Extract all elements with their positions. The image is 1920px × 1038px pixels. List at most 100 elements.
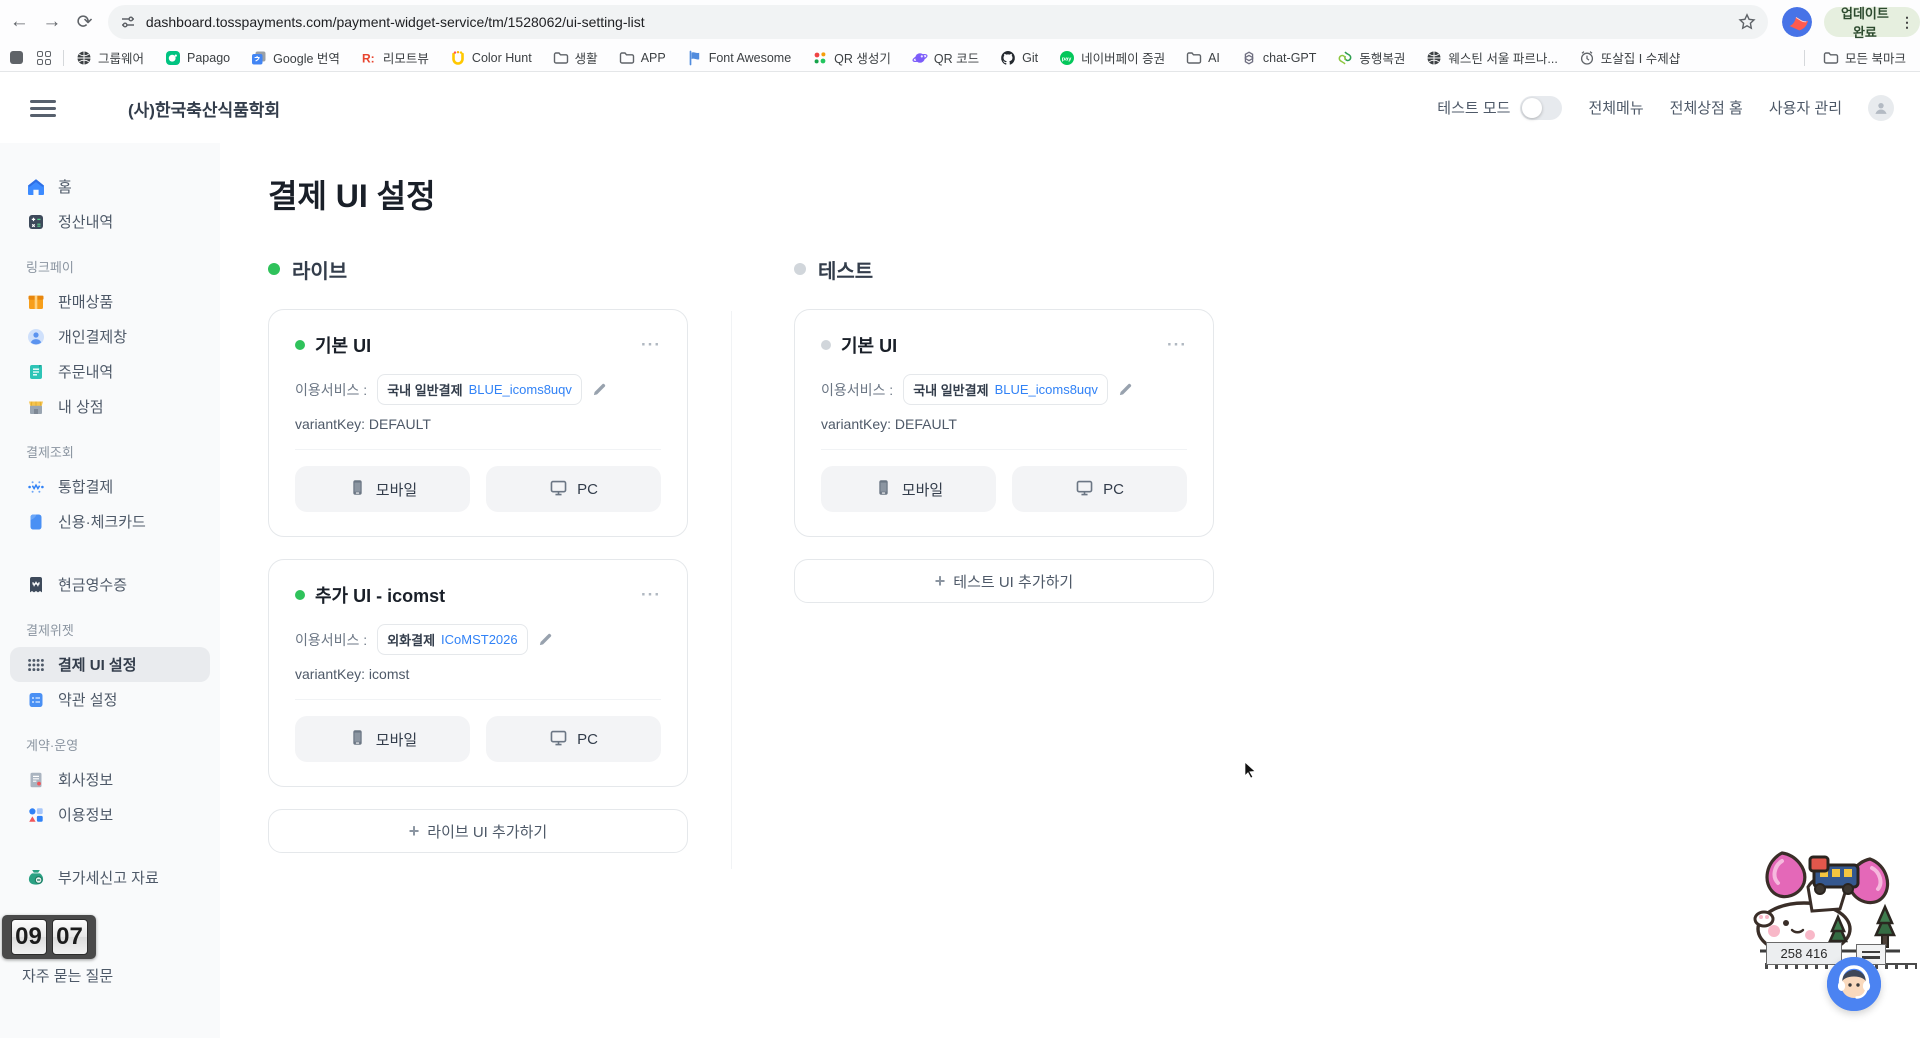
pinned-icons	[10, 50, 51, 65]
bookmark-item[interactable]: Git	[1000, 50, 1038, 66]
card-divider	[295, 449, 661, 450]
bookmark-label: Font Awesome	[708, 50, 792, 65]
status-dot	[821, 340, 831, 350]
service-label: 이용서비스 :	[295, 631, 368, 648]
qr-generator-icon	[812, 50, 828, 66]
bookmark-label: Color Hunt	[471, 50, 532, 65]
sidebar-item-product-box[interactable]: 판매상품	[10, 284, 210, 319]
mobile-preview-button[interactable]: 모바일	[295, 716, 470, 762]
pencil-icon[interactable]	[538, 632, 553, 647]
site-controls-icon[interactable]	[120, 14, 136, 30]
sidebar-item-cash-receipt[interactable]: 현금영수증	[10, 567, 210, 602]
service-row: 이용서비스 : 국내 일반결제 BLUE_icoms8uqv	[295, 374, 661, 405]
pencil-icon[interactable]	[1118, 382, 1133, 397]
hamburger-menu-icon[interactable]	[30, 96, 56, 118]
card-header: 기본 UI ···	[295, 332, 661, 358]
faq-link[interactable]: 자주 묻는 질문	[22, 965, 113, 986]
store-icon	[26, 397, 46, 417]
bookmarks-list: 그룹웨어 Papago Google 번역 R: 리모트뷰 Color Hunt 생활 APP…	[76, 48, 1792, 67]
pc-preview-button[interactable]: PC	[486, 716, 661, 762]
bookmark-item[interactable]: 생활	[553, 48, 598, 67]
card-title: 기본 UI	[841, 336, 898, 356]
more-menu-icon[interactable]: ···	[1167, 336, 1187, 353]
sidebar-section-label: 계약·운영	[26, 738, 79, 753]
url-bar[interactable]: dashboard.tosspayments.com/payment-widge…	[107, 5, 1768, 39]
monitor-icon	[1075, 478, 1094, 501]
sidebar-item-vat-bag[interactable]: 부가세신고 자료	[10, 860, 210, 895]
sidebar-item-calculator[interactable]: 정산내역	[10, 204, 210, 239]
bookmark-item[interactable]: 또살집 I 수제샵	[1579, 48, 1680, 67]
bookmark-item[interactable]: 웨스틴 서울 파르나...	[1426, 48, 1558, 67]
bookmark-item[interactable]: 동행복권	[1337, 48, 1405, 67]
card-title: 기본 UI	[315, 336, 372, 356]
sidebar-item-grid-dots[interactable]: 결제 UI 설정	[10, 647, 210, 682]
tab-groups-icon[interactable]	[37, 50, 51, 65]
bookmark-label: Papago	[187, 50, 231, 65]
test-mode-toggle[interactable]	[1520, 95, 1563, 120]
column-divider	[731, 311, 732, 869]
sidebar-item-usage-info[interactable]: 이용정보	[10, 797, 210, 832]
browser-profile-avatar[interactable]	[1781, 7, 1812, 37]
more-menu-icon[interactable]: ···	[641, 586, 661, 603]
chrome-update-button[interactable]: 업데이트 완료 ⋮	[1823, 6, 1920, 40]
bookmark-item[interactable]: Font Awesome	[687, 50, 791, 66]
add-ui-button-test[interactable]: + 테스트 UI 추가하기	[794, 559, 1214, 603]
sidebar-item-home[interactable]: 홈	[10, 169, 210, 204]
sidebar-item-label: 통합결제	[58, 479, 114, 496]
header-link-store-home[interactable]: 전체상점 홈	[1670, 97, 1743, 118]
phone-icon	[874, 478, 893, 501]
sidebar-item-terms[interactable]: 약관 설정	[10, 682, 210, 717]
bookmark-item[interactable]: Color Hunt	[450, 50, 532, 66]
bookmark-item[interactable]: APP	[619, 50, 666, 66]
sidebar-item-integrated-pay[interactable]: 통합결제	[10, 469, 210, 504]
header-link-full-menu[interactable]: 전체메뉴	[1588, 97, 1643, 118]
url-text[interactable]: dashboard.tosspayments.com/payment-widge…	[146, 14, 1730, 30]
user-avatar-icon[interactable]	[1868, 94, 1894, 121]
sidebar-item-label: 현금영수증	[58, 577, 128, 594]
browser-menu-icon[interactable]: ⋮	[1900, 15, 1914, 29]
bookmark-item[interactable]: QR 생성기	[812, 48, 891, 67]
sidebar-item-person-pay[interactable]: 개인결제창	[10, 319, 210, 354]
sidebar-item-company[interactable]: 회사정보	[10, 762, 210, 797]
bookmark-item[interactable]: Papago	[165, 50, 230, 66]
header-right: 테스트 모드 전체메뉴 전체상점 홈 사용자 관리	[1437, 72, 1894, 143]
bookmark-item[interactable]: AI	[1186, 50, 1220, 66]
sidebar-item-order-list[interactable]: 주문내역	[10, 354, 210, 389]
bookmark-item[interactable]: R: 리모트뷰	[361, 48, 429, 67]
back-icon[interactable]: ←	[6, 5, 33, 39]
chat-support-button[interactable]	[1827, 957, 1881, 1011]
status-dot	[295, 340, 305, 350]
sidebar-section-label: 링크페이	[26, 260, 74, 275]
sidebar-item-credit-card[interactable]: 신용·체크카드	[10, 504, 210, 539]
mobile-preview-button[interactable]: 모바일	[821, 466, 996, 512]
status-dot	[794, 263, 806, 275]
bookmark-item[interactable]: 그룹웨어	[76, 48, 144, 67]
pc-preview-button[interactable]: PC	[1012, 466, 1187, 512]
all-bookmarks-button[interactable]: 모든 북마크	[1823, 48, 1906, 67]
device-buttons: 모바일 PC	[821, 466, 1187, 512]
service-label: 이용서비스 :	[821, 381, 894, 398]
pc-preview-button[interactable]: PC	[486, 466, 661, 512]
service-badge: 외화결제 ICoMST2026	[377, 624, 528, 655]
bookmark-item[interactable]: Google 번역	[251, 48, 340, 67]
pencil-icon[interactable]	[592, 382, 607, 397]
app-header: (사)한국축산식품학회 테스트 모드 전체메뉴 전체상점 홈 사용자 관리	[0, 72, 1920, 143]
more-menu-icon[interactable]: ···	[641, 336, 661, 353]
integrated-pay-icon	[26, 477, 46, 497]
mouse-cursor	[1242, 757, 1259, 781]
reload-icon[interactable]: ⟳	[71, 5, 98, 39]
forward-icon[interactable]: →	[39, 5, 66, 39]
bookmark-item[interactable]: QR 코드	[912, 48, 979, 67]
sidebar-item-label: 결제 UI 설정	[58, 657, 137, 674]
test-mode-control: 테스트 모드	[1437, 95, 1563, 120]
pinned-extension-icon[interactable]	[10, 51, 23, 64]
service-badge: 국내 일반결제 BLUE_icoms8uqv	[377, 374, 582, 405]
merchant-title: (사)한국축산식품학회	[128, 101, 281, 120]
header-link-user-management[interactable]: 사용자 관리	[1769, 97, 1842, 118]
bookmark-star-icon[interactable]	[1738, 13, 1756, 31]
add-ui-button-live[interactable]: + 라이브 UI 추가하기	[268, 809, 688, 853]
bookmark-item[interactable]: chat-GPT	[1241, 50, 1316, 66]
bookmark-item[interactable]: pay 네이버페이 증권	[1059, 48, 1165, 67]
sidebar-item-store[interactable]: 내 상점	[10, 389, 210, 424]
mobile-preview-button[interactable]: 모바일	[295, 466, 470, 512]
